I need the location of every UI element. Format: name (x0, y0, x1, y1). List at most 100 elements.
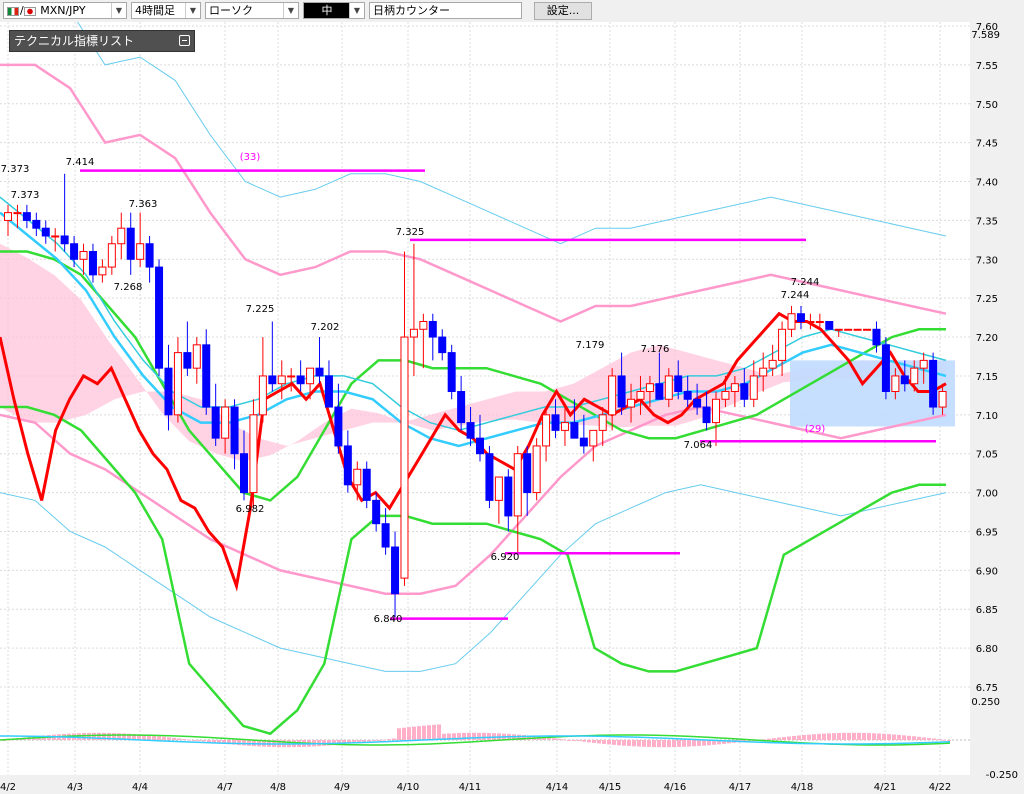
oscillator-bar (777, 737, 781, 740)
candle-body (457, 390, 466, 424)
candle-body (32, 219, 41, 229)
price-label: 6.840 (374, 614, 403, 625)
oscillator-bar (692, 740, 696, 747)
oscillator-bar (562, 739, 566, 741)
candle-body (796, 313, 805, 323)
oscillator-bar (482, 732, 486, 740)
candle-body (88, 251, 97, 276)
candle-body (664, 375, 673, 400)
oscillator-bar (867, 733, 871, 740)
chart-style-select[interactable]: ローソク ▼ (205, 2, 299, 19)
candle-body (334, 406, 343, 447)
oscillator-bar (837, 732, 841, 740)
x-date-label: 4/15 (599, 782, 621, 793)
oscillator-bar (897, 734, 901, 740)
oscillator-bar (397, 728, 401, 740)
oscillator-bar (157, 736, 161, 740)
panel-title: テクニカル指標リスト (14, 34, 135, 48)
candle-body (60, 235, 69, 245)
candle-body (853, 328, 862, 331)
oscillator-bar (922, 737, 926, 740)
minimize-icon[interactable] (179, 35, 190, 46)
oscillator-bar (202, 740, 206, 742)
x-date-label: 4/10 (397, 782, 419, 793)
candle-body (41, 227, 50, 237)
candle-body (70, 243, 79, 260)
pair-select[interactable]: / MXN/JPY ▼ (3, 2, 127, 19)
oscillator-bar (607, 740, 611, 745)
candle-body (117, 227, 126, 245)
candle-body (4, 212, 12, 221)
candle-body (542, 414, 551, 447)
oscillator-bar (172, 737, 176, 740)
settings-button[interactable]: 設定... (534, 2, 592, 20)
oscillator-bar (372, 740, 376, 741)
oscillator-bar (187, 739, 191, 741)
x-date-label: 4/11 (459, 782, 481, 793)
counter-placeholder: 日柄カウンター (373, 4, 450, 17)
oscillator-bar (907, 735, 911, 740)
x-date-label: 4/14 (546, 782, 568, 793)
timeframe-label: 4時間足 (135, 4, 175, 17)
candle-body (381, 523, 390, 548)
price-label: 7.373 (11, 190, 40, 201)
candle-body (712, 398, 720, 424)
counter-input[interactable]: 日柄カウンター (369, 2, 522, 19)
oscillator-bar (807, 734, 811, 740)
candle-body (258, 375, 267, 416)
candle-body (919, 359, 928, 369)
oscillator-bar (587, 740, 591, 743)
timeframe-select[interactable]: 4時間足 ▼ (131, 2, 201, 19)
candle-body (145, 243, 154, 268)
oscillator-bar (487, 732, 491, 740)
oscillator-bar (942, 739, 946, 741)
oscillator-bar (882, 733, 886, 740)
y-tick-label: 7.40 (976, 178, 998, 189)
candle-body (343, 445, 352, 486)
candle-body (438, 336, 447, 354)
price-label: 7.363 (129, 199, 158, 210)
y-tick-label: 7.55 (976, 61, 998, 72)
oscillator-bar (932, 738, 936, 740)
candle-body (476, 437, 484, 455)
x-date-label: 4/3 (67, 782, 83, 793)
candle-body (268, 375, 277, 385)
x-date-label: 4/4 (132, 782, 148, 793)
oscillator-bar (602, 740, 606, 744)
oscillator-bar (862, 732, 866, 740)
y-tick-label: 7.15 (976, 372, 998, 383)
candle-body (428, 321, 437, 338)
x-date-label: 4/22 (929, 782, 951, 793)
candle-body (277, 375, 286, 385)
pair-label: MXN/JPY (40, 4, 86, 17)
price-label: 6.982 (236, 504, 265, 515)
oscillator-bar (422, 725, 426, 740)
candle-body (494, 476, 503, 501)
oscillator-bar (392, 738, 396, 740)
oscillator-bar (412, 726, 416, 740)
candle-body (211, 406, 220, 439)
oscillator-bar (627, 740, 631, 747)
candle-body (872, 328, 881, 346)
candle-body (881, 344, 890, 392)
candle-body (447, 352, 456, 392)
candle-body (778, 328, 787, 361)
candle-body (560, 422, 569, 431)
candle-body (296, 375, 305, 385)
oscillator-bar (827, 733, 831, 740)
oscillator-bar (567, 739, 571, 741)
oscillator-bar (427, 725, 431, 740)
candle-body (636, 390, 645, 400)
oscillator-bar (192, 740, 196, 741)
oscillator-bar (167, 737, 171, 740)
oscillator-bar (557, 738, 561, 740)
technical-indicator-panel[interactable]: テクニカル指標リスト (9, 30, 195, 52)
oscillator-bar (92, 732, 96, 740)
y-tick-label: 7.30 (976, 255, 998, 266)
oscillator-bar (572, 740, 576, 741)
candle-body (287, 375, 296, 378)
candle-body (532, 445, 541, 494)
y-tick-label: 7.10 (976, 411, 998, 422)
size-select[interactable]: 中 ▼ (303, 2, 365, 19)
candle-body (570, 422, 579, 439)
